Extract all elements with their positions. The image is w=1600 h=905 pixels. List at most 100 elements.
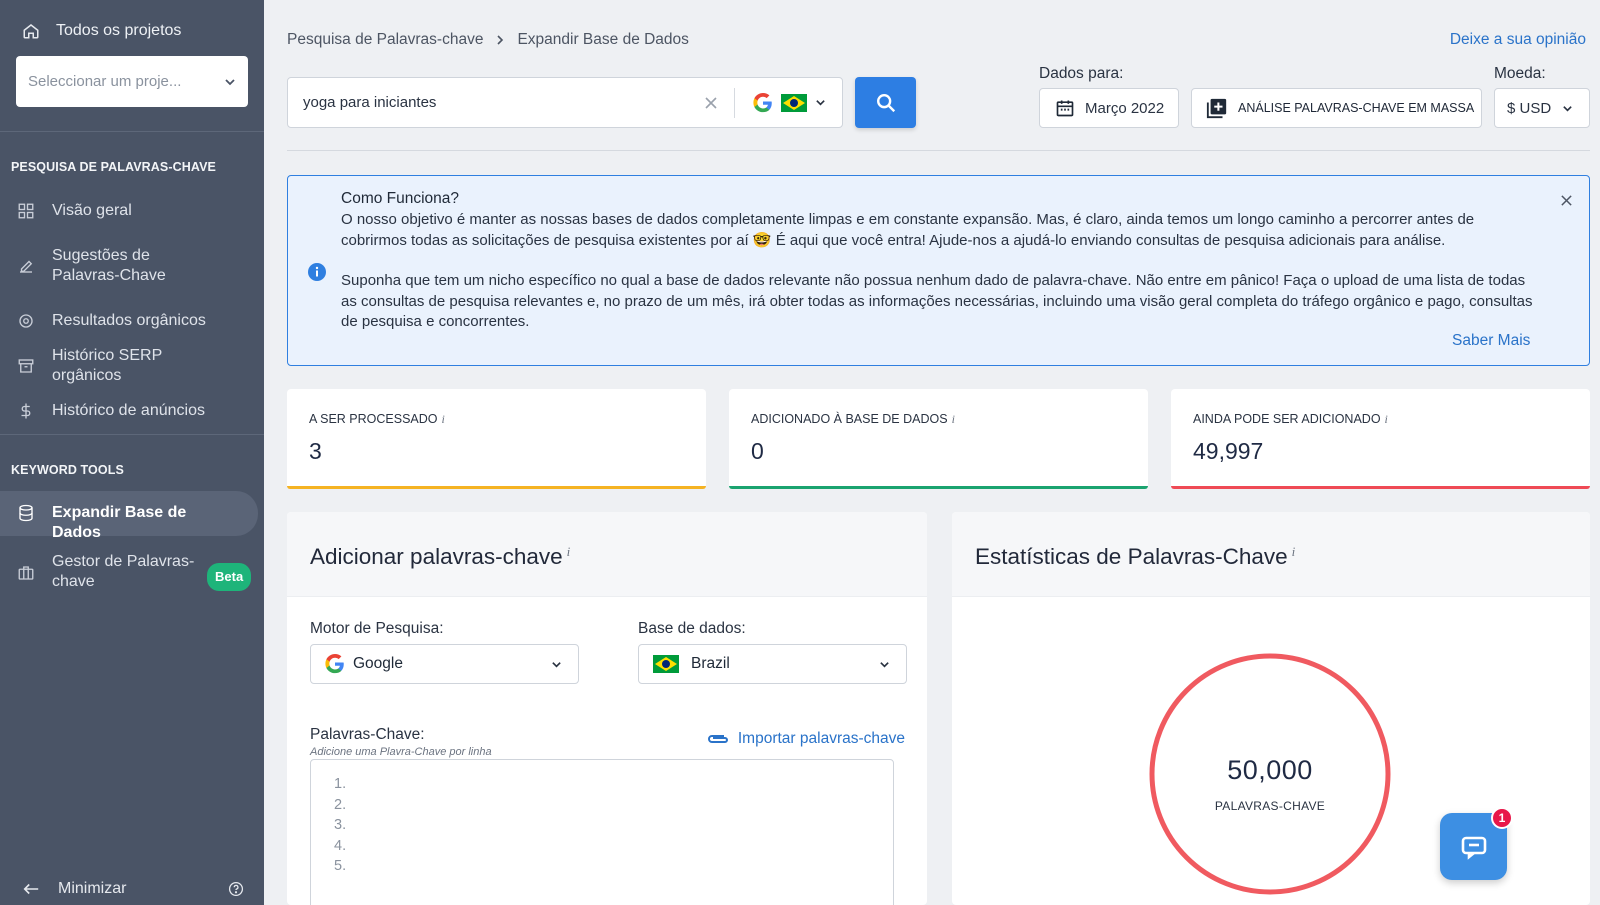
- sidebar-item-serp-history[interactable]: Histórico SERP orgânicos: [0, 347, 258, 384]
- stat-card-to-process: A SER PROCESSADO i 3: [287, 389, 706, 489]
- breadcrumb: Pesquisa de Palavras-chave Expandir Base…: [287, 31, 689, 49]
- line-number: 1.: [334, 776, 347, 792]
- google-icon: [325, 654, 344, 674]
- close-icon[interactable]: [1560, 194, 1573, 207]
- stat-card-can-add: AINDA PODE SER ADICIONADO i 49,997: [1171, 389, 1590, 489]
- help-icon[interactable]: [228, 881, 244, 897]
- paperclip-icon: [707, 735, 728, 743]
- database-value: Brazil: [691, 655, 730, 672]
- import-keywords-link[interactable]: Importar palavras-chave: [706, 730, 905, 748]
- banner-paragraph: Suponha que tem um nicho específico no q…: [341, 272, 1533, 330]
- chevron-down-icon: [816, 100, 825, 106]
- sidebar-item-overview[interactable]: Visão geral: [0, 200, 258, 222]
- engine-database-selector[interactable]: [735, 92, 842, 113]
- chevron-down-icon: [880, 661, 889, 668]
- stat-label: ADICIONADO À BASE DE DADOS i: [751, 412, 955, 426]
- google-icon: [753, 92, 772, 112]
- line-number: 2.: [334, 796, 347, 813]
- line-number: 3.: [334, 817, 347, 833]
- breadcrumb-item: Expandir Base de Dados: [517, 31, 689, 48]
- project-select-placeholder: Seleccionar um proje...: [28, 73, 182, 90]
- sidebar: Todos os projetos Seleccionar um proje..…: [0, 0, 264, 905]
- chevron-down-icon: [552, 661, 561, 668]
- info-hint-icon[interactable]: i: [952, 412, 955, 426]
- close-icon[interactable]: [704, 96, 718, 110]
- banner-paragraph: O nosso objetivo é manter as nossas base…: [341, 211, 1475, 249]
- database-icon: [17, 504, 35, 522]
- info-hint-icon[interactable]: i: [442, 412, 445, 426]
- project-select[interactable]: Seleccionar um proje...: [16, 56, 248, 107]
- edit-icon: [17, 257, 35, 275]
- line-number: 4.: [334, 837, 347, 854]
- header-divider: [287, 150, 1590, 151]
- keywords-hint: Adicione uma Plavra-Chave por linha: [310, 746, 492, 758]
- date-picker-button[interactable]: Março 2022: [1039, 88, 1179, 128]
- chat-icon: [1461, 836, 1486, 860]
- breadcrumb-item[interactable]: Pesquisa de Palavras-chave: [287, 31, 483, 49]
- sidebar-item-label: Expandir Base de Dados: [52, 504, 187, 541]
- sidebar-item-keyword-suggestions[interactable]: Sugestões de Palavras-Chave: [0, 245, 258, 287]
- feedback-link[interactable]: Deixe a sua opinião: [1450, 31, 1586, 49]
- keyword-total-ring: 50,000 PALAVRAS-CHAVE: [1148, 652, 1392, 896]
- sidebar-item-label: Resultados orgânicos: [52, 312, 206, 329]
- add-box-icon: [1206, 98, 1227, 119]
- sidebar-item-label: Histórico de anúncios: [52, 402, 205, 419]
- keyword-search-field[interactable]: yoga para iniciantes: [287, 77, 843, 128]
- sidebar-item-label: Visão geral: [52, 202, 132, 219]
- search-icon: [876, 93, 895, 112]
- sidebar-item-label: Histórico SERP orgânicos: [52, 347, 162, 384]
- import-keywords-label: Importar palavras-chave: [737, 730, 905, 747]
- how-it-works-banner: Como Funciona? O nosso objetivo é manter…: [287, 175, 1590, 366]
- stat-label: AINDA PODE SER ADICIONADO i: [1193, 412, 1388, 426]
- sidebar-divider: [0, 434, 264, 435]
- stat-value: 49,997: [1193, 438, 1264, 464]
- all-projects-link[interactable]: Todos os projetos: [22, 22, 181, 40]
- sidebar-heading-keyword-research: PESQUISA DE PALAVRAS-CHAVE: [11, 160, 216, 174]
- keywords-label: Palavras-Chave:: [310, 726, 425, 743]
- date-value: Março 2022: [1085, 99, 1165, 117]
- info-hint-icon[interactable]: i: [1292, 544, 1296, 559]
- engine-value: Google: [353, 655, 403, 672]
- chevron-down-icon: [1563, 105, 1572, 112]
- target-icon: [17, 312, 35, 330]
- add-keywords-panel: Adicionar palavras-chave i Motor de Pesqu…: [287, 512, 927, 905]
- minimize-label: Minimizar: [58, 880, 127, 897]
- beta-badge: Beta: [207, 563, 252, 591]
- search-input[interactable]: yoga para iniciantes: [288, 94, 704, 111]
- stat-label: A SER PROCESSADO i: [309, 412, 445, 426]
- sidebar-heading-keyword-tools: KEYWORD TOOLS: [11, 463, 124, 477]
- total-keywords-value: 50,000: [1227, 755, 1313, 785]
- sidebar-item-organic-results[interactable]: Resultados orgânicos: [0, 310, 258, 332]
- currency-label: Moeda:: [1494, 65, 1546, 82]
- stat-card-added: ADICIONADO À BASE DE DADOS i 0: [729, 389, 1148, 489]
- info-hint-icon[interactable]: i: [567, 544, 571, 559]
- briefcase-icon: [17, 564, 35, 582]
- minimize-button[interactable]: Minimizar: [22, 880, 244, 898]
- total-keywords-label: PALAVRAS-CHAVE: [1214, 799, 1326, 813]
- sidebar-item-ads-history[interactable]: Histórico de anúncios: [0, 400, 258, 422]
- calendar-icon: [1056, 100, 1074, 117]
- search-button[interactable]: [855, 77, 916, 128]
- learn-more-link[interactable]: Saber Mais: [1452, 332, 1530, 350]
- brazil-flag-icon: [781, 93, 807, 112]
- chevron-down-icon: [225, 78, 235, 85]
- brazil-flag-icon: [653, 655, 679, 673]
- line-number: 5.: [334, 858, 347, 874]
- stat-value: 3: [309, 438, 322, 464]
- grid-icon: [17, 202, 35, 220]
- keywords-textarea[interactable]: 1. 2. 3. 4. 5.: [310, 759, 894, 905]
- engine-select[interactable]: Google: [310, 644, 579, 684]
- sidebar-item-expand-database[interactable]: Expandir Base de Dados: [0, 491, 258, 541]
- sidebar-item-keyword-manager[interactable]: Gestor de Palavras-chave Beta: [0, 551, 258, 595]
- mass-analysis-button[interactable]: ANÁLISE PALAVRAS-CHAVE EM MASSA: [1191, 88, 1482, 128]
- arrow-left-icon: [23, 883, 39, 895]
- currency-select[interactable]: $ USD: [1494, 88, 1590, 128]
- sidebar-divider: [0, 131, 264, 132]
- info-hint-icon[interactable]: i: [1385, 412, 1388, 426]
- mass-analysis-label: ANÁLISE PALAVRAS-CHAVE EM MASSA: [1238, 101, 1475, 115]
- chat-notification-badge: 1: [1491, 807, 1513, 829]
- info-icon: [308, 263, 326, 281]
- engine-label: Motor de Pesquisa:: [310, 620, 444, 637]
- database-select[interactable]: Brazil: [638, 644, 907, 684]
- data-for-label: Dados para:: [1039, 65, 1124, 82]
